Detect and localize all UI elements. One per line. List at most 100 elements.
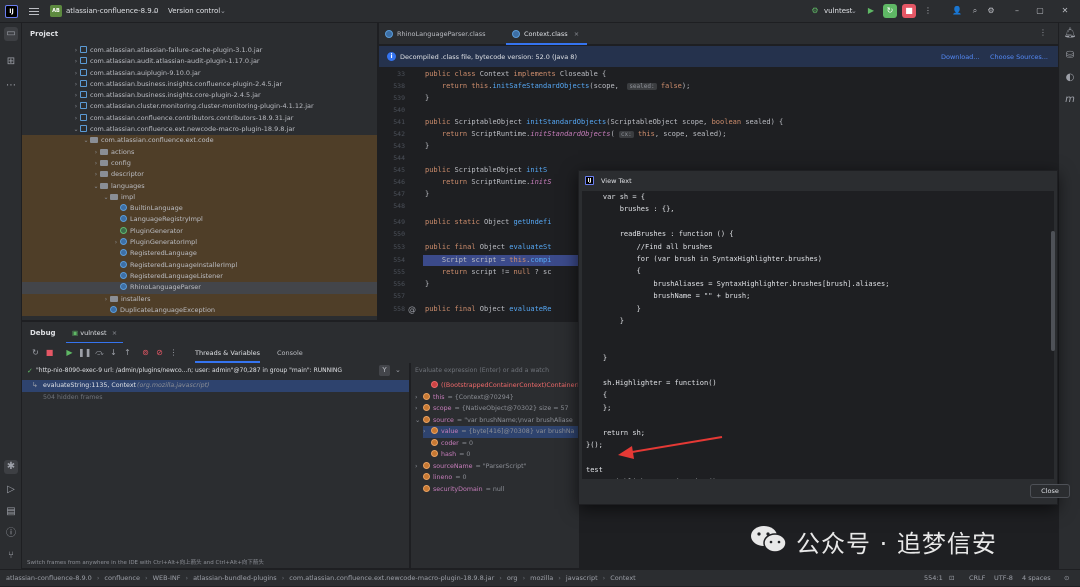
variable-row[interactable]: ⌄ source = "var brushName;\nvar brushAlias… — [415, 415, 579, 427]
line-number[interactable]: 541 — [379, 118, 405, 126]
line-number[interactable]: 557 — [379, 292, 405, 300]
step-over-icon[interactable]: ⤼ — [94, 347, 105, 358]
chevron-down-icon[interactable]: ⌄ — [82, 135, 90, 146]
view-breakpoints-icon[interactable]: ⊚ — [140, 347, 151, 358]
dialog-text-area[interactable]: var sh = { brushes : {}, readBrushes : f… — [582, 191, 1054, 479]
chevron-right-icon[interactable]: › — [72, 56, 80, 67]
variable-row[interactable]: › sourceName = "ParserScript" — [415, 461, 579, 473]
breadcrumb-item[interactable]: org — [507, 574, 518, 582]
line-number[interactable]: 550 — [379, 230, 405, 238]
breadcrumb-item[interactable]: confluence — [104, 574, 140, 582]
chevron-right-icon[interactable]: › — [415, 403, 423, 415]
tree-item[interactable]: RegisteredLanguageInstallerImpl — [22, 259, 377, 271]
line-number[interactable]: 546 — [379, 178, 405, 186]
line-number[interactable]: 556 — [379, 280, 405, 288]
chevron-right-icon[interactable]: › — [112, 237, 120, 248]
thread-selector[interactable]: "http-nio-8090-exec-9 url: /admin/plugin… — [36, 367, 342, 374]
line-number[interactable]: 555 — [379, 268, 405, 276]
breadcrumb-item[interactable]: mozilla — [530, 574, 553, 582]
tree-item[interactable]: RegisteredLanguage — [22, 248, 377, 260]
line-number[interactable]: 554 — [379, 256, 405, 264]
tree-item[interactable]: RhinoLanguageParser — [22, 282, 377, 294]
resume-icon[interactable]: ▶ — [64, 347, 75, 358]
tree-item[interactable]: › actions — [22, 146, 377, 158]
tree-item[interactable]: › com.atlassian.auiplugin-9.10.0.jar — [22, 68, 377, 79]
chevron-right-icon[interactable]: › — [415, 461, 423, 473]
chevron-down-icon[interactable]: ⌄ — [92, 181, 100, 192]
line-number[interactable]: 544 — [379, 154, 405, 162]
chevron-right-icon[interactable]: › — [72, 45, 80, 56]
readonly-lock-icon[interactable]: ⊡ — [949, 570, 954, 587]
debug-session-tab[interactable]: ▣ vulntest × — [66, 322, 124, 344]
stop-icon[interactable]: ■ — [902, 4, 916, 18]
line-number[interactable]: 553 — [379, 243, 405, 251]
structure-icon[interactable]: ⊞ — [4, 55, 18, 69]
line-number[interactable]: 548 — [379, 202, 405, 210]
maven-icon[interactable]: m — [1063, 93, 1077, 107]
terminal-icon[interactable]: ▤ — [4, 505, 18, 519]
project-folder-icon[interactable]: ▭ — [4, 27, 18, 41]
settings-gear-icon[interactable]: ⚙ — [984, 4, 998, 18]
evaluate-expression-input[interactable]: Evaluate expression (Enter) or add a wat… — [415, 367, 549, 374]
run-config-selector[interactable]: vulntest — [824, 7, 852, 15]
line-number[interactable]: 549 — [379, 218, 405, 226]
line-number[interactable]: 540 — [379, 106, 405, 114]
tree-item[interactable]: › installers — [22, 293, 377, 305]
breadcrumb-item[interactable]: com.atlassian.confluence.ext.newcode-mac… — [289, 574, 494, 582]
line-number[interactable]: 543 — [379, 142, 405, 150]
git-icon[interactable]: ⑂ — [4, 549, 18, 563]
tree-item[interactable]: PluginGenerator — [22, 225, 377, 238]
step-out-icon[interactable]: ↑ — [122, 347, 133, 358]
vcs-selector[interactable]: Version control — [168, 7, 220, 15]
run-circle-icon[interactable]: ▷ — [4, 483, 18, 497]
tab-console[interactable]: Console — [277, 343, 303, 363]
tree-item[interactable]: › com.atlassian.atlassian-failure-cache-p… — [22, 45, 377, 56]
tree-item[interactable]: ⌄ com.atlassian.confluence.ext.code — [22, 135, 377, 147]
close-window-icon[interactable]: ✕ — [1058, 4, 1072, 18]
tree-item[interactable]: LanguageRegistryImpl — [22, 214, 377, 226]
tree-item[interactable]: › com.atlassian.business.insights.conflue… — [22, 79, 377, 90]
variable-row[interactable]: lineno = 0 — [415, 472, 579, 484]
chevron-right-icon[interactable]: › — [72, 113, 80, 124]
line-number[interactable]: 539 — [379, 94, 405, 102]
breadcrumb-item[interactable]: atlassian-confluence-8.9.0 — [6, 574, 92, 582]
main-menu-icon[interactable] — [29, 6, 39, 16]
chevron-right-icon[interactable]: › — [92, 147, 100, 158]
download-sources-link[interactable]: Download... — [941, 46, 980, 68]
indent-setting[interactable]: 4 spaces — [1022, 570, 1051, 587]
minimize-icon[interactable]: – — [1010, 4, 1024, 18]
tree-item[interactable]: › PluginGeneratorImpl — [22, 237, 377, 249]
search-icon[interactable]: ⌕ — [968, 4, 982, 18]
tree-item[interactable]: BuiltinLanguage — [22, 203, 377, 215]
close-button[interactable]: Close — [1030, 484, 1070, 498]
git-branch-icon[interactable]: ⊙ — [1064, 570, 1069, 587]
breadcrumb-item[interactable]: Context — [610, 574, 635, 582]
intellij-logo-icon[interactable]: IJ — [5, 5, 18, 18]
more-icon[interactable]: ⋮ — [168, 347, 179, 358]
tree-item[interactable]: › com.atlassian.business.insights.core-pl… — [22, 90, 377, 101]
project-panel-title[interactable]: Project — [22, 23, 377, 45]
caret-position[interactable]: 554:1 — [924, 570, 943, 587]
variable-row[interactable]: hash = 0 — [423, 449, 579, 461]
tree-item[interactable]: RegisteredLanguageListener — [22, 270, 377, 283]
variable-row[interactable]: coder = 0 — [423, 438, 579, 450]
line-number[interactable]: 542 — [379, 130, 405, 138]
gradle-icon[interactable]: ◐ — [1063, 71, 1077, 85]
tree-item[interactable]: ⌄ com.atlassian.confluence.ext.newcode-ma… — [22, 124, 377, 135]
problems-icon[interactable]: ⓘ — [4, 527, 18, 541]
chevron-right-icon[interactable]: › — [92, 158, 100, 169]
chevron-right-icon[interactable]: › — [72, 101, 80, 112]
line-separator[interactable]: CRLF — [969, 570, 985, 587]
line-number[interactable]: 538 — [379, 82, 405, 90]
hidden-frames[interactable]: 504 hidden frames — [43, 394, 103, 401]
project-selector[interactable]: atlassian-confluence-8.9.0 — [66, 7, 158, 15]
debug-bug-icon[interactable]: ✱ — [4, 460, 18, 474]
tab-context-class[interactable]: Context.class × — [506, 23, 588, 45]
variable-row[interactable]: ((BootstrappedContainerContext)Container… — [423, 380, 579, 392]
filter-icon[interactable]: Y — [379, 365, 390, 376]
breadcrumb-item[interactable]: atlassian-bundled-plugins — [193, 574, 277, 582]
chevron-right-icon[interactable]: › — [92, 169, 100, 180]
tree-item[interactable]: › com.atlassian.audit.atlassian-audit-plu… — [22, 56, 377, 67]
selected-frame-row[interactable]: ↳ evaluateString:1135, Context (org.mozi… — [22, 380, 409, 392]
tree-item[interactable]: › com.atlassian.cluster.monitoring.cluste… — [22, 101, 377, 112]
